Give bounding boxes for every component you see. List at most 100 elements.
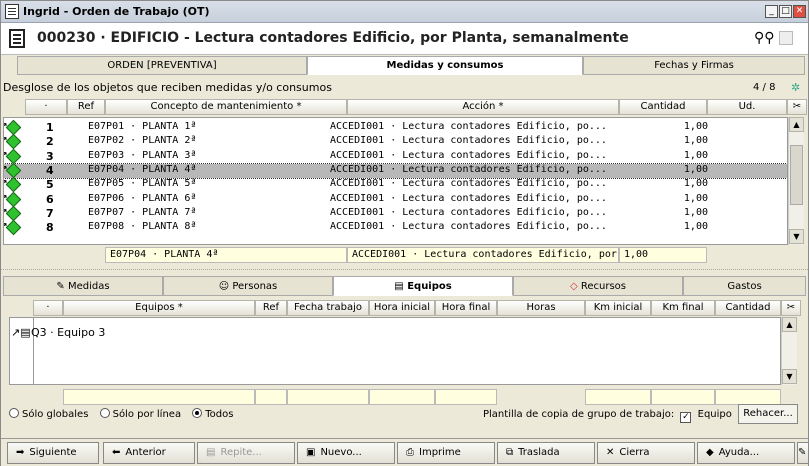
app-window: Ingrid - Orden de Trabajo (OT) _ □ ✕ 000… xyxy=(0,0,809,466)
cell-accion: ACCEDI001 · Lectura contadores Edificio,… xyxy=(330,135,607,147)
equipment-table xyxy=(33,317,781,385)
cell-cantidad: 1,00 xyxy=(683,121,708,132)
button-label: Nuevo... xyxy=(320,447,362,458)
button-label: Traslada xyxy=(518,447,560,458)
scroll-thumb[interactable] xyxy=(790,145,803,205)
repeat-icon: ▤ xyxy=(206,447,216,458)
minimize-button[interactable]: _ xyxy=(765,5,778,18)
tab-equipos[interactable]: ▤ Equipos xyxy=(333,276,513,296)
tab-medidas-label: Medidas xyxy=(67,281,110,292)
eq-col-km-final[interactable]: Km final xyxy=(651,300,715,316)
window-title: Ingrid - Orden de Trabajo (OT) xyxy=(23,5,210,18)
table-row[interactable]: 5 E07P05 · PLANTA 5ª ACCEDI001 · Lectura c… xyxy=(4,178,787,192)
eq-edit-hora-final[interactable] xyxy=(435,389,497,405)
eq-column-config-icon[interactable]: ✂ xyxy=(781,300,801,316)
eq-col-hora-final[interactable]: Hora final xyxy=(435,300,497,316)
eq-col-km-inicial[interactable]: Km inicial xyxy=(585,300,651,316)
equipment-row[interactable]: Q3 · Equipo 3 xyxy=(31,326,105,339)
anterior-button[interactable]: ⬅ Anterior xyxy=(103,442,195,464)
eq-col-hora-inicial[interactable]: Hora inicial xyxy=(369,300,435,316)
traslada-button[interactable]: ⧉ Traslada xyxy=(497,442,595,464)
cell-ref: 2 xyxy=(46,135,54,149)
radio-solo-linea[interactable]: Sólo por línea xyxy=(99,408,181,420)
eq-scroll-down-icon[interactable]: ▼ xyxy=(782,369,797,384)
rehacer-button[interactable]: Rehacer... xyxy=(738,404,798,424)
eq-edit-ref[interactable] xyxy=(255,389,287,405)
eq-col-horas[interactable]: Horas xyxy=(497,300,585,316)
col-header-accion[interactable]: Acción * xyxy=(347,99,619,115)
refresh-icon[interactable]: ✲ xyxy=(791,81,800,94)
save-icon[interactable] xyxy=(779,31,793,45)
col-header-concepto[interactable]: Concepto de mantenimiento * xyxy=(105,99,347,115)
cell-accion: ACCEDI001 · Lectura contadores Edificio,… xyxy=(330,149,607,161)
column-config-icon[interactable]: ✂ xyxy=(787,99,807,115)
eq-edit-km-inicial[interactable] xyxy=(585,389,651,405)
cell-ref: 6 xyxy=(46,192,54,206)
medidas-icon: ✎ xyxy=(56,281,68,292)
table-row[interactable]: 7 E07P07 · PLANTA 7ª ACCEDI001 · Lectura c… xyxy=(4,206,787,221)
maximize-button[interactable]: □ xyxy=(779,5,792,18)
document-icon xyxy=(9,29,25,48)
eq-scroll-up-icon[interactable]: ▲ xyxy=(782,317,797,332)
tab-gastos[interactable]: Gastos xyxy=(683,276,806,296)
eq-col-cantidad[interactable]: Cantidad xyxy=(715,300,781,316)
repite-button[interactable]: ▤ Repite... xyxy=(197,442,295,464)
equipment-scrollbar[interactable]: ▲ ▼ xyxy=(781,317,797,385)
edit-concepto-field[interactable]: E07P04 · PLANTA 4ª xyxy=(105,247,347,263)
document-header: 000230 · EDIFICIO - Lectura contadores E… xyxy=(1,23,808,55)
edit-cantidad-field[interactable]: 1,00 xyxy=(619,247,707,263)
detail-tabs: ✎ Medidas ☺ Personas ▤ Equipos ◇ Recurso… xyxy=(3,276,806,296)
scroll-up-icon[interactable]: ▲ xyxy=(789,117,804,132)
cell-ref: 3 xyxy=(46,149,54,163)
col-header-cantidad[interactable]: Cantidad xyxy=(619,99,707,115)
equipo-checkbox[interactable]: ✓ xyxy=(680,412,692,423)
cell-cantidad: 1,00 xyxy=(683,135,708,147)
app-icon xyxy=(5,4,19,19)
table-row[interactable]: 6 E07P06 · PLANTA 6ª ACCEDI001 · Lectura c… xyxy=(4,192,787,207)
imprime-button[interactable]: ⎙ Imprime xyxy=(397,442,495,464)
tab-recursos[interactable]: ◇ Recursos xyxy=(513,276,683,296)
radio-todos[interactable]: Todos xyxy=(192,408,233,420)
eq-col-equipos[interactable]: Equipos * xyxy=(63,300,255,316)
tab-orden[interactable]: ORDEN [PREVENTIVA] xyxy=(17,56,307,75)
eq-col-dot: · xyxy=(33,300,63,316)
edit-pen-icon[interactable]: ✎ xyxy=(797,442,809,464)
close-window-button[interactable]: ✕ xyxy=(793,5,806,18)
tab-personas[interactable]: ☺ Personas xyxy=(163,276,333,296)
eq-edit-hora-inicial[interactable] xyxy=(369,389,435,405)
title-bar: Ingrid - Orden de Trabajo (OT) _ □ ✕ xyxy=(1,1,808,23)
col-header-ref[interactable]: Ref xyxy=(67,99,105,115)
eq-edit-fecha[interactable] xyxy=(287,389,369,405)
tab-medidas-consumos[interactable]: Medidas y consumos xyxy=(307,56,583,75)
eq-edit-km-final[interactable] xyxy=(651,389,715,405)
tab-medidas[interactable]: ✎ Medidas xyxy=(3,276,163,296)
table-row[interactable]: 3 E07P03 · PLANTA 3ª ACCEDI001 · Lectura c… xyxy=(4,149,787,164)
eq-edit-cantidad[interactable] xyxy=(715,389,781,405)
row-tag-icon xyxy=(4,207,22,221)
plantilla-row: Plantilla de copia de grupo de trabajo: … xyxy=(483,409,732,423)
cell-concepto: E07P07 · PLANTA 7ª xyxy=(88,206,197,218)
binoculars-icon[interactable]: ⚲⚲ xyxy=(754,30,775,46)
cierra-button[interactable]: ✕ Cierra xyxy=(597,442,695,464)
col-header-ud[interactable]: Ud. xyxy=(707,99,787,115)
cell-cantidad: 1,00 xyxy=(683,192,708,204)
radio-solo-globales[interactable]: Sólo globales xyxy=(9,408,88,420)
button-label: Repite... xyxy=(220,447,262,458)
edit-accion-field[interactable]: ACCEDI001 · Lectura contadores Edificio,… xyxy=(347,247,619,263)
table-row[interactable]: 2 E07P02 · PLANTA 2ª ACCEDI001 · Lectura c… xyxy=(4,135,787,149)
table-row[interactable]: 8 E07P08 · PLANTA 8ª ACCEDI001 · Lectura c… xyxy=(4,221,787,235)
cell-accion: ACCEDI001 · Lectura contadores Edificio,… xyxy=(330,163,607,175)
nuevo-button[interactable]: ▣ Nuevo... xyxy=(297,442,395,464)
eq-col-ref[interactable]: Ref xyxy=(255,300,287,316)
siguiente-button[interactable]: ➡ Siguiente xyxy=(7,442,99,464)
eq-edit-equipos[interactable] xyxy=(63,389,255,405)
table-row[interactable]: 4 E07P04 · PLANTA 4ª ACCEDI001 · Lectura c… xyxy=(4,162,787,179)
cell-accion: ACCEDI001 · Lectura contadores Edificio,… xyxy=(330,192,607,204)
ayuda-button[interactable]: ◆ Ayuda... xyxy=(697,442,795,464)
eq-col-fecha[interactable]: Fecha trabajo xyxy=(287,300,369,316)
objects-scrollbar[interactable]: ▲ ▼ xyxy=(788,117,804,245)
tab-fechas-firmas[interactable]: Fechas y Firmas xyxy=(583,56,805,75)
scroll-down-icon[interactable]: ▼ xyxy=(789,229,804,244)
row-tag-icon xyxy=(4,150,22,164)
table-row[interactable]: 1 E07P01 · PLANTA 1ª ACCEDI001 · Lectura c… xyxy=(4,121,787,135)
